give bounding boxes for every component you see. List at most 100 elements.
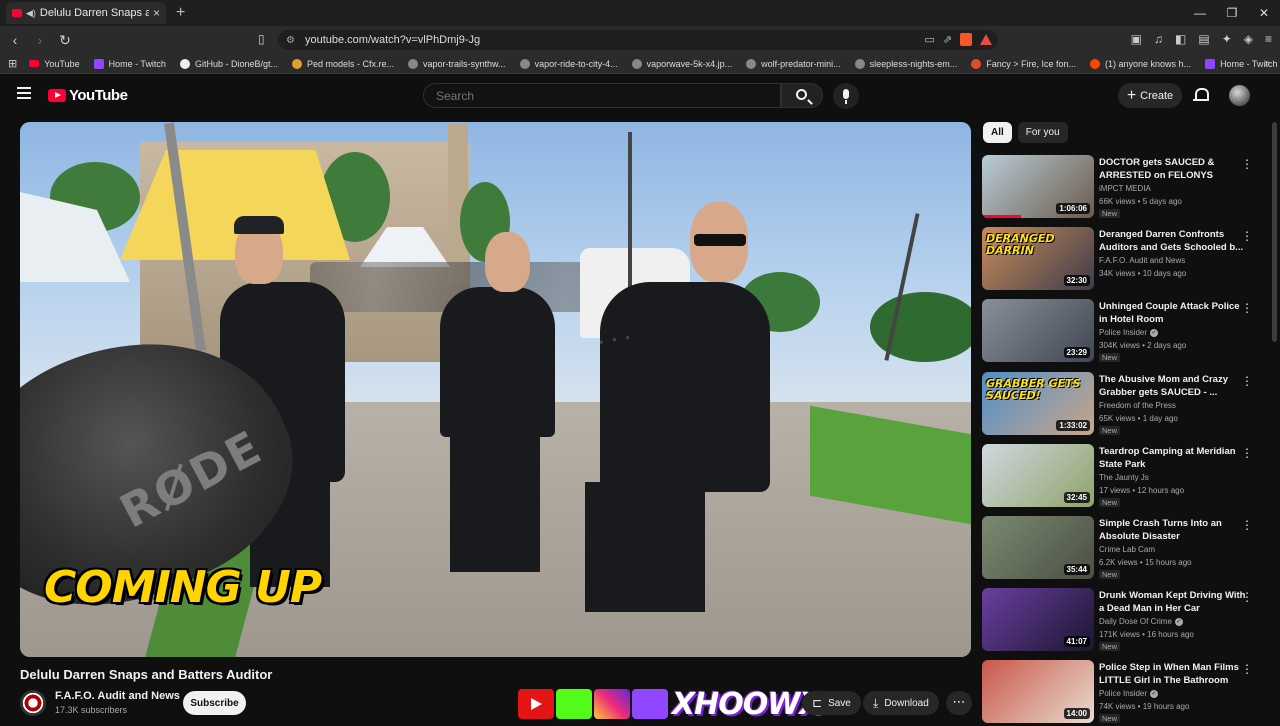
brave-shields-icon[interactable] (960, 33, 972, 46)
vpn-icon[interactable]: ◈ (1244, 32, 1253, 46)
recommended-channel[interactable]: Police Insider ✓ (1099, 689, 1159, 698)
bookmark-item[interactable]: wolf-predator-mini... (746, 58, 841, 69)
cast-icon[interactable]: ▭ (924, 33, 934, 46)
chip-all[interactable]: All (983, 122, 1012, 143)
chip-for-you[interactable]: For you (1017, 122, 1068, 143)
site-settings-icon[interactable]: ⚙ (286, 35, 295, 46)
video-thumbnail[interactable]: 1:06:06 (982, 155, 1094, 218)
bookmark-item[interactable]: GitHub - DioneB/gt... (179, 58, 278, 69)
create-button[interactable]: + Create (1118, 83, 1182, 108)
recommended-channel[interactable]: Freedom of the Press (1099, 401, 1176, 410)
wallet-icon[interactable]: ▤ (1198, 32, 1209, 46)
kebab-menu-icon[interactable]: ⋮ (1241, 229, 1253, 243)
sidebar-icon[interactable]: ◧ (1175, 32, 1186, 46)
recommended-title[interactable]: Teardrop Camping at Meridian State Park (1099, 445, 1249, 471)
bookmark-item[interactable]: vaporwave-5k-x4.jp... (631, 58, 732, 69)
screenshot-icon[interactable]: ▣ (1131, 32, 1142, 46)
video-thumbnail[interactable]: DERANGED DARRIN 32:30 (982, 227, 1094, 291)
channel-name[interactable]: F.A.F.O. Audit and News (55, 690, 180, 702)
sidebar-scrollbar[interactable] (1272, 122, 1277, 342)
bookmark-item[interactable]: Home - Twitch (93, 58, 166, 69)
kebab-menu-icon[interactable]: ⋮ (1241, 374, 1253, 388)
kebab-menu-icon[interactable]: ⋮ (1241, 446, 1253, 460)
more-actions-button[interactable]: ⋯ (946, 691, 972, 715)
recommended-video[interactable]: 32:45 Teardrop Camping at Meridian State … (982, 443, 1272, 510)
recommended-channel[interactable]: F.A.F.O. Audit and News (1099, 256, 1185, 265)
kebab-menu-icon[interactable]: ⋮ (1241, 518, 1253, 532)
recommended-video[interactable]: 1:06:06 DOCTOR gets SAUCED & ARRESTED on … (982, 155, 1272, 221)
forward-arrow-icon[interactable]: › (30, 32, 50, 48)
kebab-menu-icon[interactable]: ⋮ (1241, 590, 1253, 604)
save-button[interactable]: ⊏ Save (802, 691, 861, 715)
recommended-video[interactable]: 41:07 Drunk Woman Kept Driving With a Dea… (982, 588, 1272, 654)
recommended-title[interactable]: Drunk Woman Kept Driving With a Dead Man… (1099, 589, 1249, 615)
video-thumbnail[interactable]: 32:45 (982, 443, 1094, 507)
recommended-video[interactable]: GRABBER GETS SAUCED! 1:33:02 The Abusive M… (982, 371, 1272, 438)
download-button[interactable]: ⤓ Download (863, 691, 939, 715)
recommended-video[interactable]: 23:29 Unhinged Couple Attack Police in Ho… (982, 299, 1272, 365)
bookmark-icon[interactable]: ▯ (258, 32, 265, 46)
bookmark-item[interactable]: vapor-trails-synthw... (408, 58, 506, 69)
create-label: Create (1140, 89, 1174, 102)
bookmarks-bar: ⊞ YouTube Home - Twitch GitHub - DioneB/gt… (0, 54, 1280, 74)
recommended-channel[interactable]: iMPCT MEDIA (1099, 184, 1151, 193)
video-thumbnail[interactable]: 14:00 (982, 660, 1094, 724)
reload-icon[interactable]: ↻ (55, 32, 75, 49)
kebab-menu-icon[interactable]: ⋮ (1241, 662, 1253, 676)
new-tab-button[interactable]: + (176, 4, 185, 22)
notifications-bell-icon[interactable] (1193, 88, 1209, 102)
channel-avatar[interactable] (20, 690, 46, 716)
recommended-channel[interactable]: Crime Lab Cam (1099, 545, 1155, 554)
recommended-video[interactable]: 14:00 Police Step in When Man Films LITTL… (982, 660, 1272, 726)
more-bookmarks-icon[interactable]: » (1264, 58, 1270, 69)
bookmark-item[interactable]: Ped models - Cfx.re... (292, 58, 394, 69)
browser-tab-active[interactable]: ◀) Delulu Darren Snaps and Batt × (6, 2, 166, 24)
account-avatar[interactable] (1229, 85, 1250, 106)
menu-icon[interactable]: ≡ (1265, 32, 1272, 46)
brave-rewards-icon[interactable] (980, 34, 992, 45)
video-thumbnail[interactable]: 23:29 (982, 299, 1094, 363)
kebab-menu-icon[interactable]: ⋮ (1241, 301, 1253, 315)
address-bar[interactable]: ⚙ youtube.com/watch?v=vlPhDmj9-Jg ▭ ⇗ (278, 30, 998, 50)
subscribe-button[interactable]: Subscribe (183, 691, 246, 715)
recommended-title[interactable]: Simple Crash Turns Into an Absolute Disa… (1099, 517, 1249, 543)
hamburger-menu-icon[interactable] (17, 87, 31, 99)
recommended-meta: 171K views • 16 hours ago (1099, 630, 1194, 640)
recommended-title[interactable]: DOCTOR gets SAUCED & ARRESTED on FELONYS (1099, 156, 1249, 182)
recommended-video[interactable]: DERANGED DARRIN 32:30 Deranged Darren Conf… (982, 227, 1272, 293)
youtube-logo[interactable]: YouTube (48, 87, 128, 104)
close-window-icon[interactable]: ✕ (1248, 0, 1280, 26)
bookmark-item[interactable]: vapor-ride-to-city-4... (519, 58, 618, 69)
bookmark-item[interactable]: YouTube (29, 59, 80, 69)
video-player[interactable]: · · · RØDE COMING UP (20, 122, 971, 657)
leo-ai-icon[interactable]: ✦ (1222, 32, 1232, 46)
recommended-channel[interactable]: The Jaunty Js (1099, 473, 1149, 482)
recommended-title[interactable]: Unhinged Couple Attack Police in Hotel R… (1099, 300, 1249, 326)
video-thumbnail[interactable]: GRABBER GETS SAUCED! 1:33:02 (982, 371, 1094, 435)
recommended-title[interactable]: Police Step in When Man Films LITTLE Gir… (1099, 661, 1249, 687)
apps-grid-icon[interactable]: ⊞ (8, 57, 17, 70)
recommended-channel[interactable]: Daily Dose Of Crime ✓ (1099, 617, 1183, 626)
search-input[interactable] (424, 84, 780, 107)
speaker-icon[interactable]: ◀) (26, 8, 36, 19)
minimize-icon[interactable]: — (1184, 0, 1216, 26)
share-icon[interactable]: ⇗ (943, 33, 952, 46)
restore-icon[interactable]: ❐ (1216, 0, 1248, 26)
back-arrow-icon[interactable]: ‹ (5, 32, 25, 48)
video-thumbnail[interactable]: 35:44 (982, 516, 1094, 579)
video-thumbnail[interactable]: 41:07 (982, 588, 1094, 652)
bookmark-item[interactable]: Fancy > Fire, Ice fon... (971, 58, 1076, 69)
close-tab-icon[interactable]: × (153, 6, 160, 20)
recommended-title[interactable]: Deranged Darren Confronts Auditors and G… (1099, 228, 1249, 254)
recommended-title[interactable]: The Abusive Mom and Crazy Grabber gets S… (1099, 373, 1249, 399)
recommended-video[interactable]: 35:44 Simple Crash Turns Into an Absolute… (982, 516, 1272, 582)
bookmark-item[interactable]: (1) anyone knows h... (1090, 58, 1191, 69)
new-badge: New (1099, 497, 1121, 507)
kebab-menu-icon[interactable]: ⋮ (1241, 157, 1253, 171)
search-button[interactable] (781, 83, 823, 108)
media-icon[interactable]: ♫ (1154, 32, 1163, 46)
bookmark-item[interactable]: sleepless-nights-em... (854, 58, 957, 69)
bookmark-favicon-icon (1205, 58, 1216, 69)
voice-search-button[interactable] (833, 83, 859, 109)
recommended-channel[interactable]: Police Insider ✓ (1099, 328, 1159, 337)
